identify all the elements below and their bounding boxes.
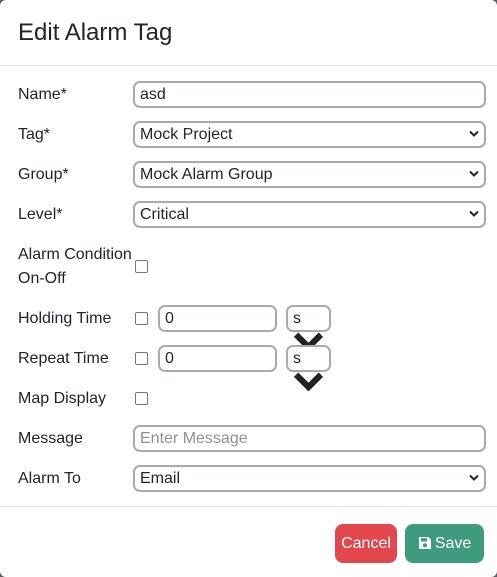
- level-select-value: Critical: [140, 206, 189, 223]
- repeat-time-unit-select[interactable]: s: [286, 345, 331, 392]
- level-select[interactable]: Critical: [133, 201, 486, 228]
- chevron-down-icon: [469, 170, 479, 177]
- holding-time-unit-select[interactable]: s: [286, 305, 331, 352]
- repeat-time-input[interactable]: 0: [158, 345, 277, 372]
- chevron-down-icon: [293, 372, 324, 392]
- repeat-time-label: Repeat Time: [18, 350, 109, 367]
- map-display-label: Map Display: [18, 390, 107, 407]
- edit-alarm-tag-modal: Edit Alarm Tag Name* asd Tag* Mock Proje…: [0, 0, 497, 577]
- chevron-down-icon: [469, 130, 479, 137]
- message-label: Message: [18, 430, 83, 447]
- chevron-down-icon: [469, 474, 479, 481]
- level-label: Level*: [18, 206, 63, 223]
- holding-time-unit-value: s: [293, 310, 301, 327]
- repeat-time-value: 0: [165, 350, 174, 367]
- chevron-down-icon: [469, 210, 479, 217]
- holding-time-checkbox[interactable]: [135, 312, 148, 325]
- group-select-value: Mock Alarm Group: [140, 166, 273, 183]
- name-input-value: asd: [140, 86, 166, 103]
- modal-title: Edit Alarm Tag: [18, 19, 173, 46]
- alarm-to-label: Alarm To: [18, 470, 81, 487]
- group-select[interactable]: Mock Alarm Group: [133, 161, 486, 188]
- alarm-condition-label: Alarm Condition: [18, 246, 132, 263]
- tag-label: Tag*: [18, 126, 51, 143]
- repeat-time-unit-value: s: [293, 350, 301, 367]
- tag-select-value: Mock Project: [140, 126, 233, 143]
- group-label: Group*: [18, 166, 69, 183]
- message-input[interactable]: Enter Message: [133, 425, 486, 452]
- cancel-button-label: Cancel: [341, 535, 391, 552]
- repeat-time-checkbox[interactable]: [135, 352, 148, 365]
- header-divider: [0, 65, 497, 66]
- holding-time-input[interactable]: 0: [158, 305, 277, 332]
- save-button[interactable]: Save: [405, 524, 484, 563]
- tag-select[interactable]: Mock Project: [133, 121, 486, 148]
- alarm-condition-label-line2: On-Off: [18, 270, 66, 287]
- footer-divider: [0, 506, 497, 507]
- name-input[interactable]: asd: [133, 81, 486, 108]
- alarm-condition-checkbox[interactable]: [135, 260, 148, 273]
- message-placeholder: Enter Message: [140, 430, 248, 447]
- alarm-to-select-value: Email: [140, 470, 181, 487]
- map-display-checkbox[interactable]: [135, 392, 148, 405]
- holding-time-value: 0: [165, 310, 174, 327]
- name-label: Name*: [18, 86, 67, 103]
- cancel-button[interactable]: Cancel: [335, 524, 397, 563]
- alarm-to-select[interactable]: Email: [133, 465, 486, 492]
- save-button-label: Save: [434, 535, 472, 552]
- holding-time-label: Holding Time: [18, 310, 112, 327]
- floppy-disk-icon: [418, 537, 431, 549]
